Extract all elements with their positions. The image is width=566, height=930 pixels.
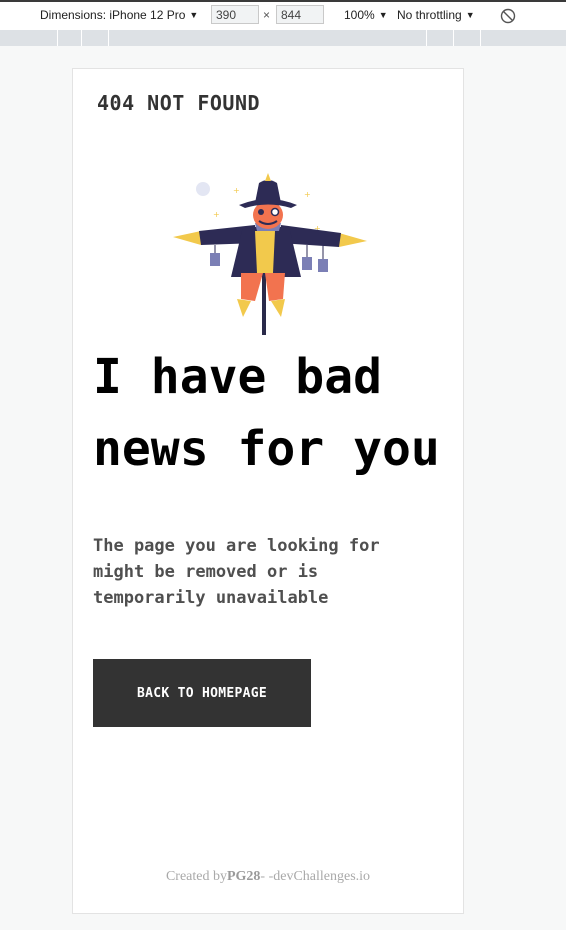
height-input[interactable] [276, 5, 324, 24]
throttling-dropdown[interactable]: No throttling ▼ [397, 8, 475, 22]
description-line: temporarily unavailable [93, 588, 329, 608]
times-separator: × [263, 8, 271, 22]
description-line: The page you are looking for [93, 536, 380, 556]
svg-text:+: + [304, 190, 311, 199]
back-to-homepage-button[interactable]: BACK TO HOMEPAGE [93, 659, 311, 727]
footer-credit: Created byPG28- -devChallenges.io [73, 869, 463, 885]
chevron-down-icon: ▼ [465, 10, 475, 20]
dimensions-label: Dimensions: iPhone 12 Pro [40, 8, 186, 22]
page-heading: 404 NOT FOUND [97, 91, 261, 115]
headline-line: news for you [93, 421, 440, 477]
devtools-device-toolbar: Dimensions: iPhone 12 Pro▼ × 100%▼ No th… [0, 0, 566, 30]
description-line: might be removed or is [93, 562, 319, 582]
device-viewport: 404 NOT FOUND + + + + I have bad news fo… [72, 68, 464, 914]
footer-prefix: Created by [165, 869, 227, 884]
media-query-ruler[interactable] [0, 30, 566, 46]
headline: I have bad news for you [93, 341, 453, 485]
throttling-label: No throttling [397, 8, 462, 22]
chevron-down-icon: ▼ [378, 10, 388, 20]
width-input[interactable] [211, 5, 259, 24]
device-dimensions-dropdown[interactable]: Dimensions: iPhone 12 Pro ▼ [40, 8, 198, 22]
footer-suffix: - -devChallenges.io [260, 869, 371, 884]
zoom-label: 100% [344, 8, 375, 22]
svg-text:+: + [233, 186, 240, 195]
svg-text:+: + [213, 210, 220, 219]
chevron-down-icon: ▼ [189, 10, 199, 20]
scarecrow-illustration: + + + + [173, 173, 367, 335]
rotate-icon[interactable] [499, 7, 517, 25]
headline-line: I have bad [93, 349, 382, 405]
zoom-dropdown[interactable]: 100% ▼ [344, 8, 388, 22]
error-description: The page you are looking for might be re… [93, 533, 433, 611]
footer-author-link[interactable]: PG28 [227, 869, 260, 884]
